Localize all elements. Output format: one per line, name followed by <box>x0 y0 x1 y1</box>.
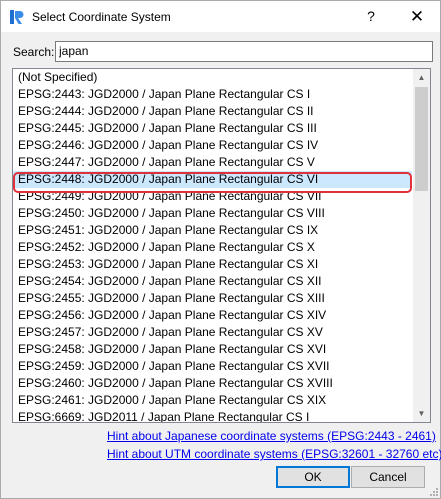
close-button[interactable]: ✕ <box>394 1 440 32</box>
list-item[interactable]: EPSG:2443: JGD2000 / Japan Plane Rectang… <box>13 86 412 103</box>
list-items: (Not Specified) EPSG:2443: JGD2000 / Japa… <box>13 69 412 422</box>
list-item[interactable]: EPSG:2452: JGD2000 / Japan Plane Rectang… <box>13 239 412 256</box>
list-item[interactable]: EPSG:2461: JGD2000 / Japan Plane Rectang… <box>13 392 412 409</box>
list-item[interactable]: EPSG:6669: JGD2011 / Japan Plane Rectang… <box>13 409 412 422</box>
list-item[interactable]: EPSG:2458: JGD2000 / Japan Plane Rectang… <box>13 341 412 358</box>
riri-app-icon <box>10 10 24 24</box>
list-item[interactable]: EPSG:2453: JGD2000 / Japan Plane Rectang… <box>13 256 412 273</box>
window-title: Select Coordinate System <box>32 10 171 24</box>
list-item[interactable]: EPSG:2456: JGD2000 / Japan Plane Rectang… <box>13 307 412 324</box>
list-item[interactable]: EPSG:2455: JGD2000 / Japan Plane Rectang… <box>13 290 412 307</box>
list-item[interactable]: EPSG:2450: JGD2000 / Japan Plane Rectang… <box>13 205 412 222</box>
list-item[interactable]: EPSG:2457: JGD2000 / Japan Plane Rectang… <box>13 324 412 341</box>
hint-utm-link[interactable]: Hint about UTM coordinate systems (EPSG:… <box>107 447 441 461</box>
list-item[interactable]: EPSG:2449: JGD2000 / Japan Plane Rectang… <box>13 188 412 205</box>
cancel-button[interactable]: Cancel <box>351 466 425 488</box>
list-item[interactable]: EPSG:2454: JGD2000 / Japan Plane Rectang… <box>13 273 412 290</box>
list-item[interactable]: EPSG:2444: JGD2000 / Japan Plane Rectang… <box>13 103 412 120</box>
coordinate-system-list[interactable]: (Not Specified) EPSG:2443: JGD2000 / Japa… <box>12 68 431 423</box>
scroll-up-arrow-icon[interactable]: ▲ <box>413 69 430 86</box>
list-item[interactable]: (Not Specified) <box>13 69 412 86</box>
list-item[interactable]: EPSG:2451: JGD2000 / Japan Plane Rectang… <box>13 222 412 239</box>
resize-grip-icon[interactable] <box>428 486 438 496</box>
list-item[interactable]: EPSG:2459: JGD2000 / Japan Plane Rectang… <box>13 358 412 375</box>
search-label: Search: <box>13 45 55 59</box>
list-item[interactable]: EPSG:2446: JGD2000 / Japan Plane Rectang… <box>13 137 412 154</box>
list-item[interactable]: EPSG:2460: JGD2000 / Japan Plane Rectang… <box>13 375 412 392</box>
scrollbar-thumb[interactable] <box>415 87 428 191</box>
list-item[interactable]: EPSG:2447: JGD2000 / Japan Plane Rectang… <box>13 154 412 171</box>
list-item-selected[interactable]: EPSG:2448: JGD2000 / Japan Plane Rectang… <box>13 171 412 188</box>
scroll-down-arrow-icon[interactable]: ▼ <box>413 405 430 422</box>
hint-japanese-link[interactable]: Hint about Japanese coordinate systems (… <box>107 429 436 443</box>
list-item[interactable]: EPSG:2445: JGD2000 / Japan Plane Rectang… <box>13 120 412 137</box>
select-coordinate-system-dialog: Select Coordinate System ? ✕ Search: (No… <box>0 0 441 499</box>
title-bar[interactable]: Select Coordinate System ? ✕ <box>1 1 440 32</box>
ok-button[interactable]: OK <box>276 466 350 488</box>
help-button[interactable]: ? <box>348 1 394 32</box>
list-scrollbar[interactable]: ▲ ▼ <box>413 69 430 422</box>
search-input[interactable] <box>55 41 433 62</box>
